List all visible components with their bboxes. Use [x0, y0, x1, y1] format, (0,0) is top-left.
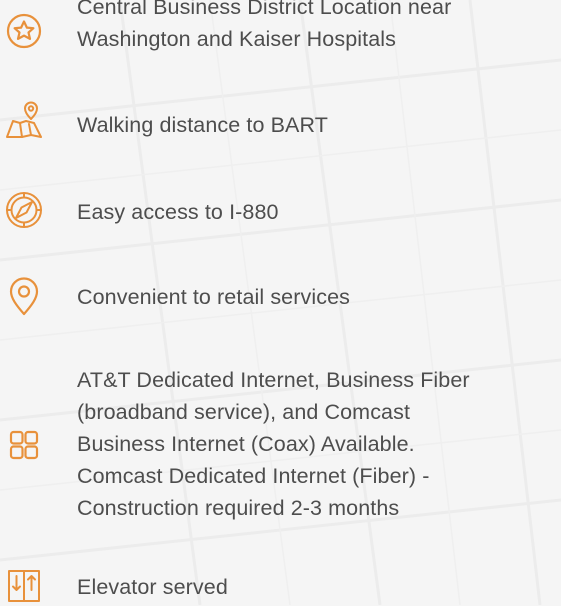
feature-label: Easy access to I-880	[77, 196, 561, 228]
location-pin-icon	[4, 277, 44, 317]
feature-label: Convenient to retail services	[77, 281, 561, 313]
feature-label: Central Business District Location near …	[77, 0, 561, 55]
feature-text-line: Elevator served	[77, 575, 228, 599]
feature-text-line: Construction required 2-3 months	[77, 496, 400, 520]
compass-icon	[4, 190, 44, 230]
grid-icon	[4, 425, 44, 465]
feature-list: Central Business District Location near …	[0, 0, 561, 605]
elevator-icon	[4, 566, 44, 606]
feature-text-line: Convenient to retail services	[77, 285, 350, 309]
feature-text-line: Washington and Kaiser Hospitals	[77, 27, 396, 51]
star-badge-icon	[4, 11, 44, 51]
feature-text-line: AT&T Dedicated Internet, Business Fiber	[77, 368, 470, 392]
feature-text-line: Walking distance to BART	[77, 113, 328, 137]
feature-text-line: Central Business District Location near	[77, 0, 452, 19]
map-pin-icon	[4, 100, 44, 140]
feature-text-line: Easy access to I-880	[77, 200, 279, 224]
feature-text-line: (broadband service), and Comcast	[77, 400, 411, 424]
feature-text-line: Comcast Dedicated Internet (Fiber) -	[77, 464, 430, 488]
feature-label: AT&T Dedicated Internet, Business Fiber …	[77, 364, 561, 524]
feature-text-line: Business Internet (Coax) Available.	[77, 432, 415, 456]
feature-label: Elevator served	[77, 571, 561, 603]
feature-label: Walking distance to BART	[77, 109, 561, 141]
